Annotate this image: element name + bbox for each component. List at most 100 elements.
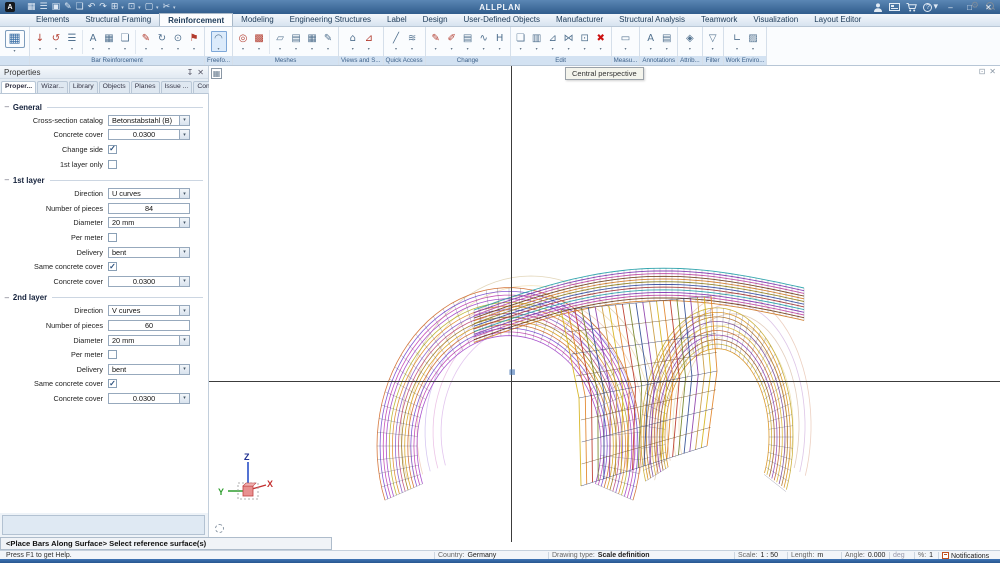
hatch-settings-icon[interactable]: ▨▾ [745,32,761,51]
select-delivery[interactable]: bent▾ [108,247,190,258]
menu-tab-structural-framing[interactable]: Structural Framing [77,13,159,26]
select-concrete-cover[interactable]: 0.0300▾ [108,129,190,140]
mesh-place-icon[interactable]: ▩▾ [251,32,267,51]
straight-bars-icon[interactable]: ☰▾ [64,32,80,51]
checkbox-per-meter[interactable] [108,233,117,242]
section-header-general[interactable]: −General [0,101,208,113]
view-icon[interactable]: ▢ ▾ [145,2,159,13]
menu-tab-user-defined-objects[interactable]: User-Defined Objects [456,13,548,26]
menu-tab-modeling[interactable]: Modeling [233,13,281,26]
close-panel-icon[interactable]: ✕ [197,68,204,77]
text-icon[interactable]: A▾ [643,32,659,51]
select-delivery[interactable]: bent▾ [108,364,190,375]
bar-image-icon[interactable]: ▦▾ [101,32,117,51]
restore-button[interactable]: □ [963,3,976,12]
menu-tab-elements[interactable]: Elements [28,13,77,26]
select-direction[interactable]: U curves▾ [108,188,190,199]
select-diameter[interactable]: 20 mm▾ [108,217,190,228]
select-cross-section-catalog[interactable]: Betonstabstahl (B)▾ [108,115,190,126]
select-direction[interactable]: V curves▾ [108,305,190,316]
bar-copy-icon[interactable]: ❏▾ [117,32,133,51]
open-list-icon[interactable]: ☰ [40,2,48,12]
report-icon[interactable]: ▤▾ [659,32,675,51]
cut-icon[interactable]: ✂ ▾ [163,2,176,13]
checkbox-change-side[interactable]: ✓ [108,145,117,154]
place-bar-icon[interactable]: ↓▾ [32,32,48,51]
panel-tab-objects[interactable]: Objects [99,81,130,93]
viewport-float-icon[interactable]: ⊡ [979,67,986,76]
minimize-button[interactable]: – [944,3,957,12]
redo-icon[interactable]: ↷ [99,2,107,12]
edit-doc-icon[interactable]: ✎ [64,2,72,12]
panel-tab-proper[interactable]: Proper... [1,81,36,93]
input-number-of-pieces[interactable]: 60 [108,320,190,331]
grid-icon[interactable]: ▦ [27,2,36,12]
stretch-pin-icon[interactable]: ✐▾ [444,32,460,51]
menu-tab-design[interactable]: Design [415,13,456,26]
edit-doc-icon[interactable]: ▤▾ [460,32,476,51]
menu-tab-layout-editor[interactable]: Layout Editor [806,13,869,26]
close-button[interactable]: ✕ [982,3,995,12]
bar-rotate-icon[interactable]: ↻▾ [154,32,170,51]
scale-box-icon[interactable]: ⊡▾ [577,32,593,51]
input-number-of-pieces[interactable]: 84 [108,203,190,214]
panel-tab-library[interactable]: Library [69,81,98,93]
drawing-viewport[interactable]: ▦ ▦ ⊡ ✕ Central perspective Z Y X [209,66,1000,550]
bar-flag-icon[interactable]: ⚑▾ [186,32,202,51]
menu-tab-manufacturer[interactable]: Manufacturer [548,13,611,26]
viewport-menu-icon[interactable]: ▦ [211,68,222,79]
help-button[interactable]: ?▾ [923,2,938,12]
axes-view-icon[interactable]: ⊿▾ [361,32,377,51]
checkbox-same-concrete-cover[interactable]: ✓ [108,379,117,388]
license-card-icon[interactable] [889,3,900,11]
layout-icon[interactable]: ⊡ ▾ [128,2,141,13]
line-icon[interactable]: ╱▾ [388,32,404,51]
bending-shape-icon[interactable]: ↺▾ [48,32,64,51]
move-icon[interactable]: ⊿▾ [545,32,561,51]
bar-label-icon[interactable]: A▾ [85,32,101,51]
mesh-edit-icon[interactable]: ✎▾ [320,32,336,51]
modify-pencil-icon[interactable]: ✎▾ [428,32,444,51]
user-account-icon[interactable] [873,3,883,12]
panel-tab-issue[interactable]: Issue ... [161,81,193,93]
select-diameter[interactable]: 20 mm▾ [108,335,190,346]
delete-icon[interactable]: ✖▾ [593,32,609,51]
mesh-image-icon[interactable]: ▦▾ [304,32,320,51]
array-spacing-icon[interactable]: ▥▾ [529,32,545,51]
task-board-button[interactable]: ▦ ▾ [0,27,29,56]
copy-elements-icon[interactable]: ❏▾ [513,32,529,51]
mesh-cut-icon[interactable]: ▱▾ [272,32,288,51]
menu-tab-label[interactable]: Label [379,13,415,26]
checkbox-per-meter[interactable] [108,350,117,359]
measure-icon[interactable]: ▭▾ [618,32,634,51]
menu-tab-engineering-structures[interactable]: Engineering Structures [282,13,379,26]
panel-tab-wizar[interactable]: Wizar... [37,81,68,93]
bar-clock-icon[interactable]: ⊙▾ [170,32,186,51]
mirror-icon[interactable]: ⋈▾ [561,32,577,51]
coordinate-icon[interactable]: ∟▾ [729,32,745,51]
window-icon[interactable]: ⊞ ▾ [111,2,124,13]
section-header-1st-layer[interactable]: −1st layer [0,174,208,186]
copy-icon[interactable]: ❏ [76,2,84,12]
save-icon[interactable]: ▣ [52,2,61,12]
menu-tab-teamwork[interactable]: Teamwork [693,13,745,26]
menu-tab-reinforcement[interactable]: Reinforcement [159,13,233,26]
mesh-tray-icon[interactable]: ▤▾ [288,32,304,51]
pin-icon[interactable]: ↧ [187,68,194,77]
mesh-roll-icon[interactable]: ◎▾ [235,32,251,51]
beam-edit-icon[interactable]: H▾ [492,32,508,51]
viewport-close-icon[interactable]: ✕ [989,67,996,76]
select-concrete-cover[interactable]: 0.0300▾ [108,393,190,404]
panel-tab-planes[interactable]: Planes [131,81,160,93]
section-house-icon[interactable]: ⌂▾ [345,32,361,51]
undo-icon[interactable]: ↶ [88,2,96,12]
menu-tab-structural-analysis[interactable]: Structural Analysis [611,13,693,26]
command-prompt[interactable]: <Place Bars Along Surface> Select refere… [0,537,332,550]
shop-cart-icon[interactable] [906,3,917,12]
filter-icon[interactable]: ▽▾ [705,32,721,51]
attributes-icon[interactable]: ◈▾ [682,32,698,51]
select-concrete-cover[interactable]: 0.0300▾ [108,276,190,287]
signal-icon[interactable]: ≋▾ [404,32,420,51]
checkbox-same-concrete-cover[interactable]: ✓ [108,262,117,271]
section-header-2nd-layer[interactable]: −2nd layer [0,292,208,304]
